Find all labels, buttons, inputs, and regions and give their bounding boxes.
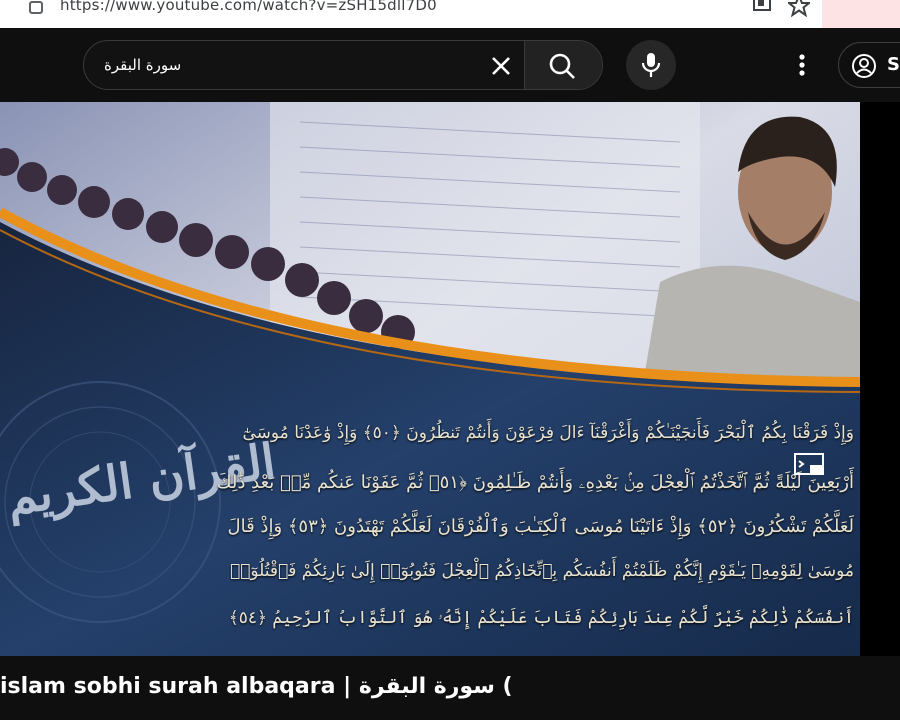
account-icon (852, 54, 876, 78)
close-icon[interactable] (486, 51, 516, 81)
address-url[interactable]: https://www.youtube.com/watch?v=zSH15dll… (60, 0, 437, 14)
youtube-header: سورة البقرة S (0, 28, 900, 102)
video-player[interactable]: القرآن الكريم وَإِذْ فَرَقْنَا بِكُمُ ٱل… (0, 102, 860, 656)
verse-line: أَرْبَعِينَ لَيْلَةً ثُمَّ ٱتَّخَذْتُمُ … (216, 472, 854, 493)
extension-icon[interactable] (752, 0, 772, 15)
more-vert-icon[interactable] (790, 50, 814, 80)
verse-line: مُوسَىٰ لِقَوْمِهِۦ يَـٰقَوْمِ إِنَّكُمْ… (229, 561, 854, 581)
star-icon[interactable] (788, 0, 810, 17)
lock-icon[interactable] (28, 0, 44, 16)
search-input[interactable]: سورة البقرة (104, 41, 484, 89)
verse-line: لَعَلَّكُمْ تَشْكُرُونَ ﴿٥٢﴾ وَإِذْ ءَات… (227, 516, 854, 537)
browser-address-bar[interactable]: https://www.youtube.com/watch?v=zSH15dll… (0, 0, 900, 28)
search-box: سورة البقرة (83, 40, 603, 90)
mic-icon (641, 53, 661, 77)
video-title: islam sobhi surah albaqara | سورة البقرة… (0, 674, 513, 699)
sign-in-button[interactable]: S (838, 42, 900, 88)
cast-icon[interactable] (794, 452, 828, 480)
sign-in-label: S (887, 54, 900, 75)
browser-profile-area (822, 0, 900, 28)
player-side-bar (860, 102, 900, 656)
voice-search-button[interactable] (626, 40, 676, 90)
verse-line: أَنفُسَكُمْ ذَٰلِكُمْ خَيْرٌ لَّكُمْ عِن… (228, 608, 854, 628)
video-title-area: islam sobhi surah albaqara | سورة البقرة… (0, 656, 900, 720)
verse-line: وَإِذْ فَرَقْنَا بِكُمُ ٱلْبَحْرَ فَأَنج… (242, 423, 854, 443)
search-icon (549, 53, 575, 79)
search-button[interactable] (524, 41, 602, 89)
